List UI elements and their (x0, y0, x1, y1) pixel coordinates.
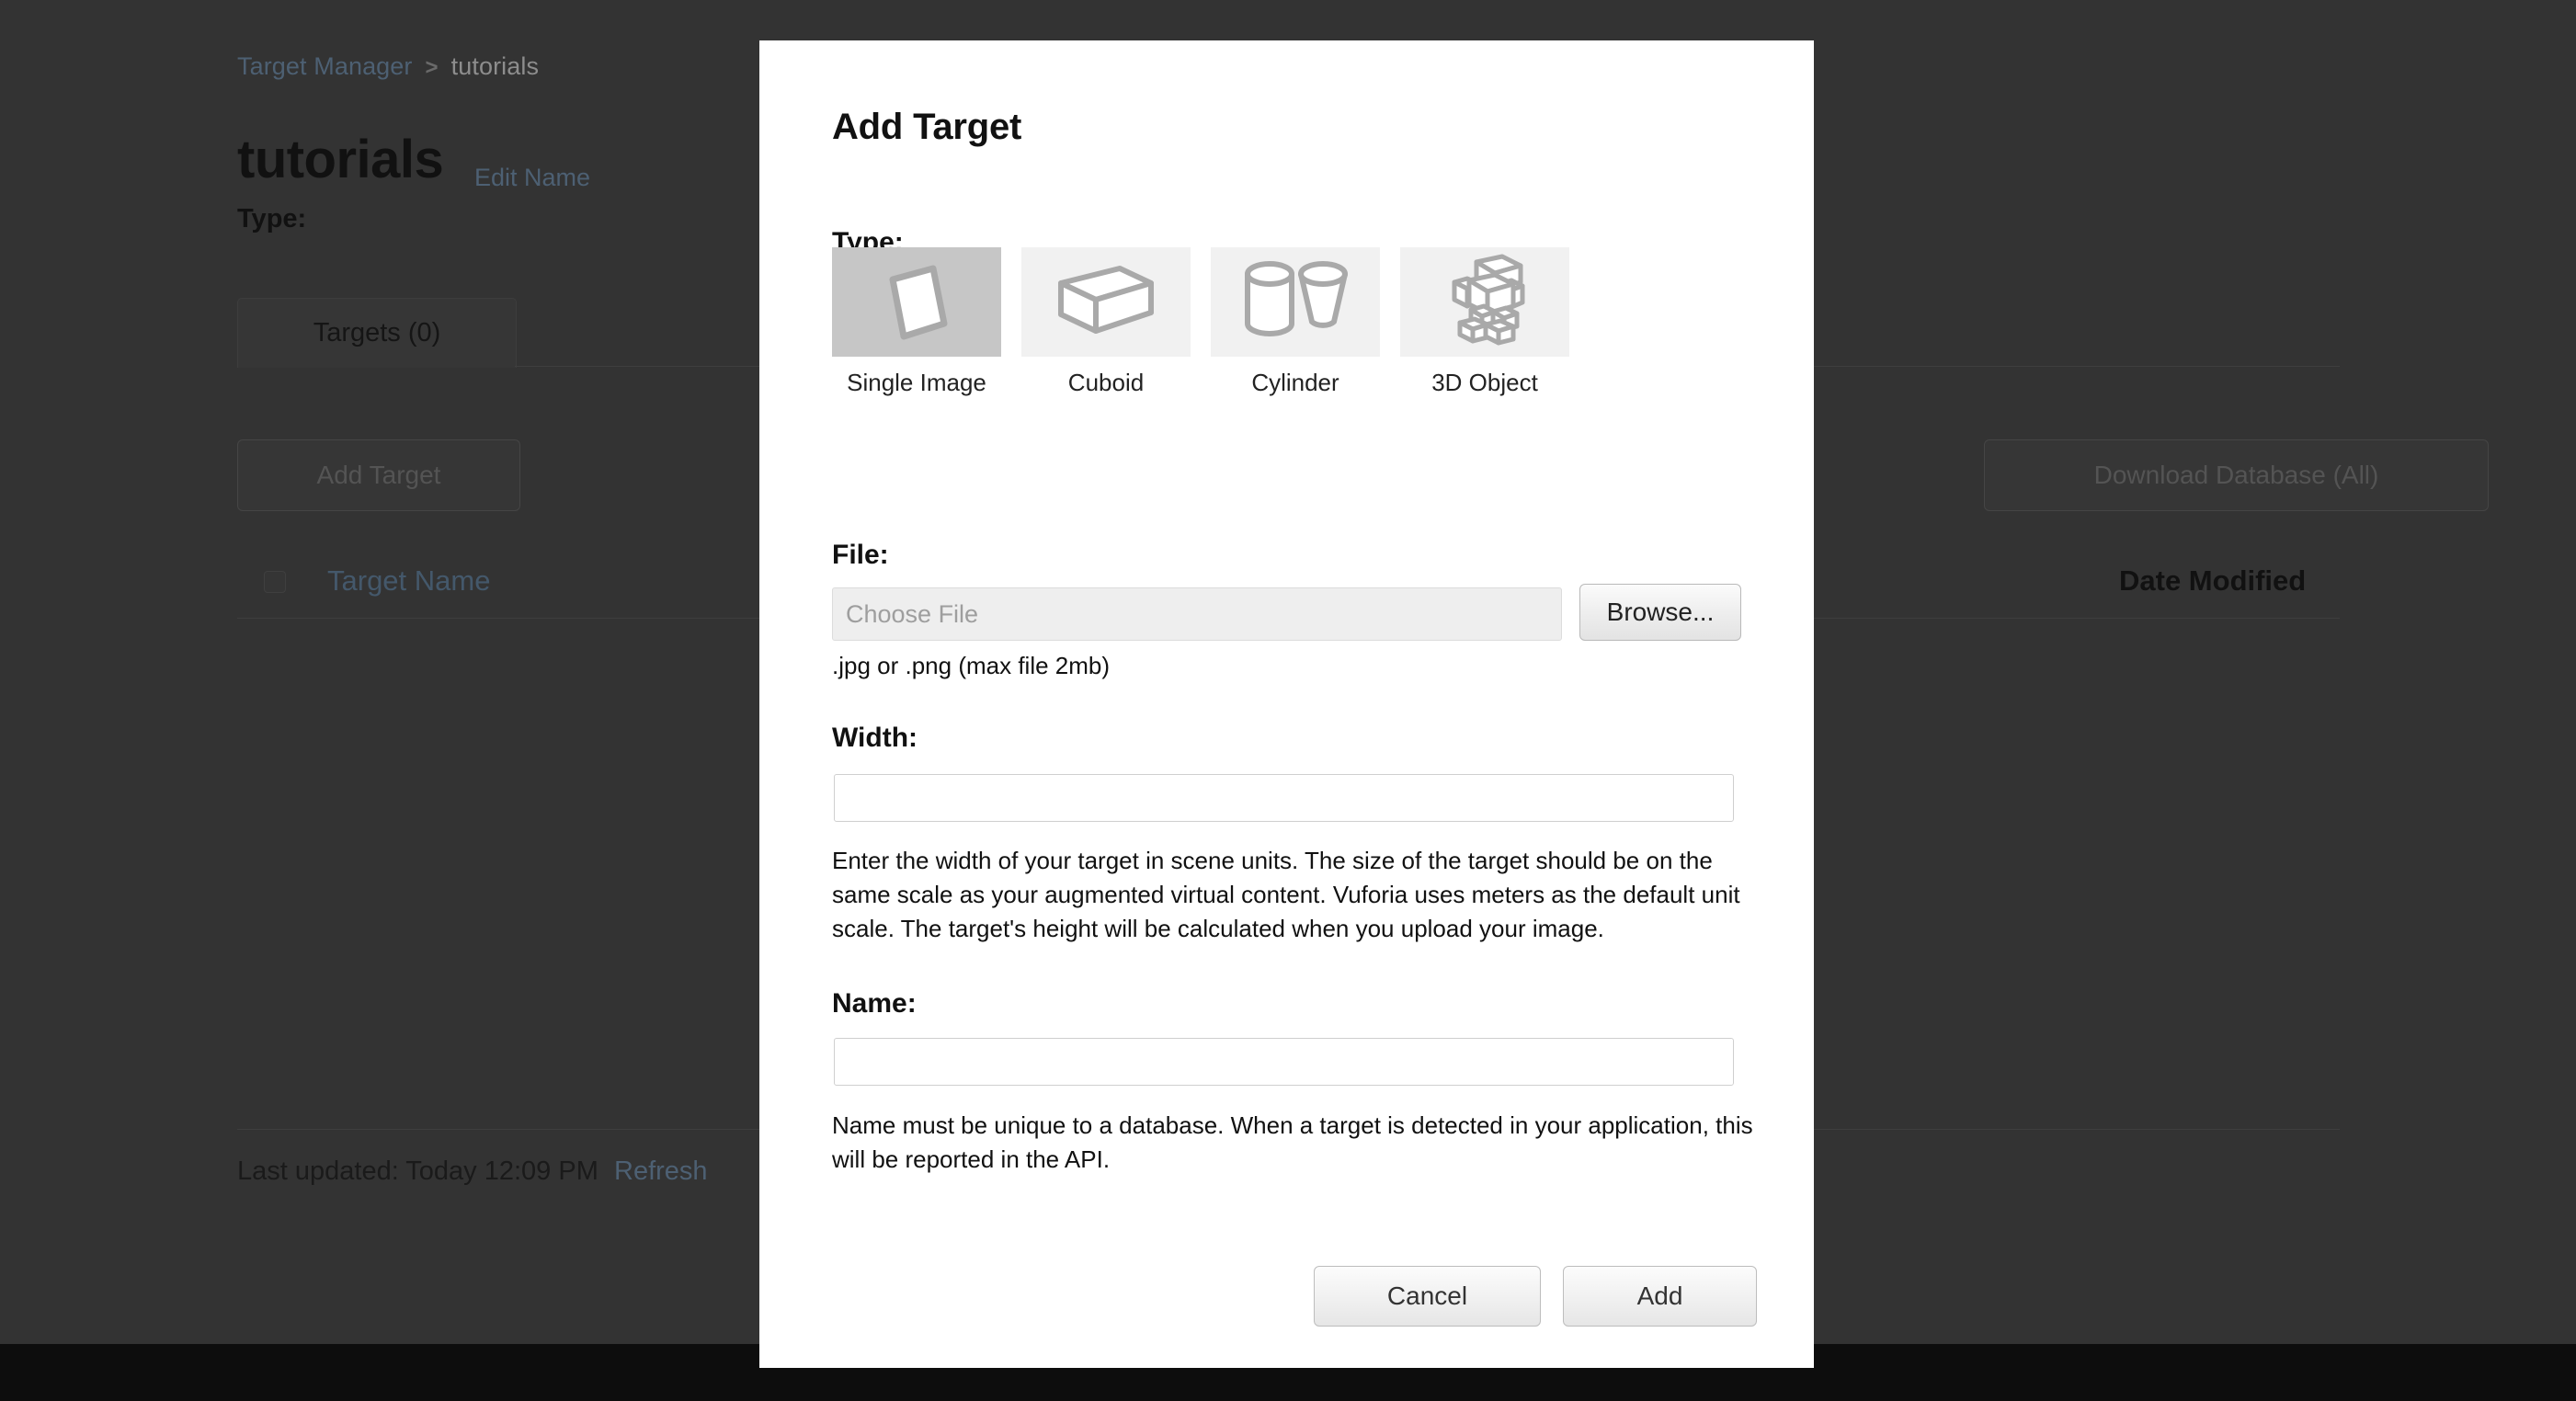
last-updated-text: Last updated: Today 12:09 PM (237, 1156, 598, 1186)
edit-name-link[interactable]: Edit Name (474, 164, 590, 192)
cuboid-tile (1021, 247, 1191, 357)
name-input[interactable] (834, 1038, 1734, 1086)
cylinder-icon (1240, 257, 1351, 347)
type-option-cylinder-label: Cylinder (1251, 369, 1339, 396)
width-input[interactable] (834, 774, 1734, 822)
add-target-button-label: Add Target (316, 461, 441, 489)
download-database-button-label: Download Database (All) (2093, 461, 2379, 489)
breadcrumb-link-target-manager[interactable]: Target Manager (237, 52, 413, 80)
breadcrumb-current-tutorials: tutorials (450, 52, 540, 80)
page-title: tutorials (237, 130, 444, 189)
database-type-label: Type: (237, 204, 307, 234)
select-all-checkbox[interactable] (264, 571, 286, 593)
3d-object-tile (1400, 247, 1569, 357)
breadcrumb-separator-icon: > (425, 55, 439, 80)
add-button[interactable]: Add (1563, 1266, 1757, 1327)
refresh-link[interactable]: Refresh (614, 1156, 708, 1187)
add-target-modal: Add Target Type: Single Image Cuboid Cyl… (759, 40, 1814, 1368)
download-database-button[interactable]: Download Database (All) (1984, 439, 2489, 511)
type-option-cuboid-label: Cuboid (1067, 369, 1145, 396)
tab-targets-label: Targets (0) (313, 318, 441, 347)
add-button-label: Add (1636, 1281, 1683, 1310)
type-option-single-image[interactable]: Single Image (832, 247, 1001, 397)
tab-targets[interactable]: Targets (0) (237, 298, 517, 368)
browse-button[interactable]: Browse... (1579, 584, 1741, 641)
width-help-text: Enter the width of your target in scene … (832, 847, 1740, 942)
browse-button-label: Browse... (1606, 598, 1715, 626)
modal-action-bar: Cancel Add (1314, 1266, 1757, 1327)
file-path-display[interactable]: Choose File (832, 587, 1562, 641)
3d-object-icon (1440, 253, 1530, 351)
column-header-target-name[interactable]: Target Name (327, 564, 490, 598)
breadcrumb: Target Manager > tutorials (237, 52, 539, 81)
file-field-label: File: (832, 540, 889, 570)
single-image-tile (832, 247, 1001, 357)
target-type-selector: Single Image Cuboid Cylinder 3D Object (832, 247, 1741, 397)
type-option-cylinder[interactable]: Cylinder (1211, 247, 1380, 397)
cancel-button[interactable]: Cancel (1314, 1266, 1541, 1327)
add-target-button[interactable]: Add Target (237, 439, 520, 511)
column-header-date-modified[interactable]: Date Modified (2119, 564, 2306, 598)
cuboid-icon (1050, 256, 1162, 348)
type-option-3d-object-label: 3D Object (1431, 369, 1538, 396)
file-help-text: .jpg or .png (max file 2mb) (832, 652, 1111, 679)
cylinder-tile (1211, 247, 1380, 357)
modal-title: Add Target (832, 107, 1022, 147)
type-option-single-image-label: Single Image (847, 369, 986, 396)
name-help-text: Name must be unique to a database. When … (832, 1111, 1753, 1173)
single-image-icon (865, 256, 968, 348)
width-field-label: Width: (832, 723, 918, 753)
type-option-cuboid[interactable]: Cuboid (1021, 247, 1191, 397)
name-field-label: Name: (832, 988, 917, 1019)
file-picker-row: Choose File Browse... (832, 584, 1741, 641)
cancel-button-label: Cancel (1386, 1281, 1468, 1310)
type-option-3d-object[interactable]: 3D Object (1400, 247, 1569, 397)
